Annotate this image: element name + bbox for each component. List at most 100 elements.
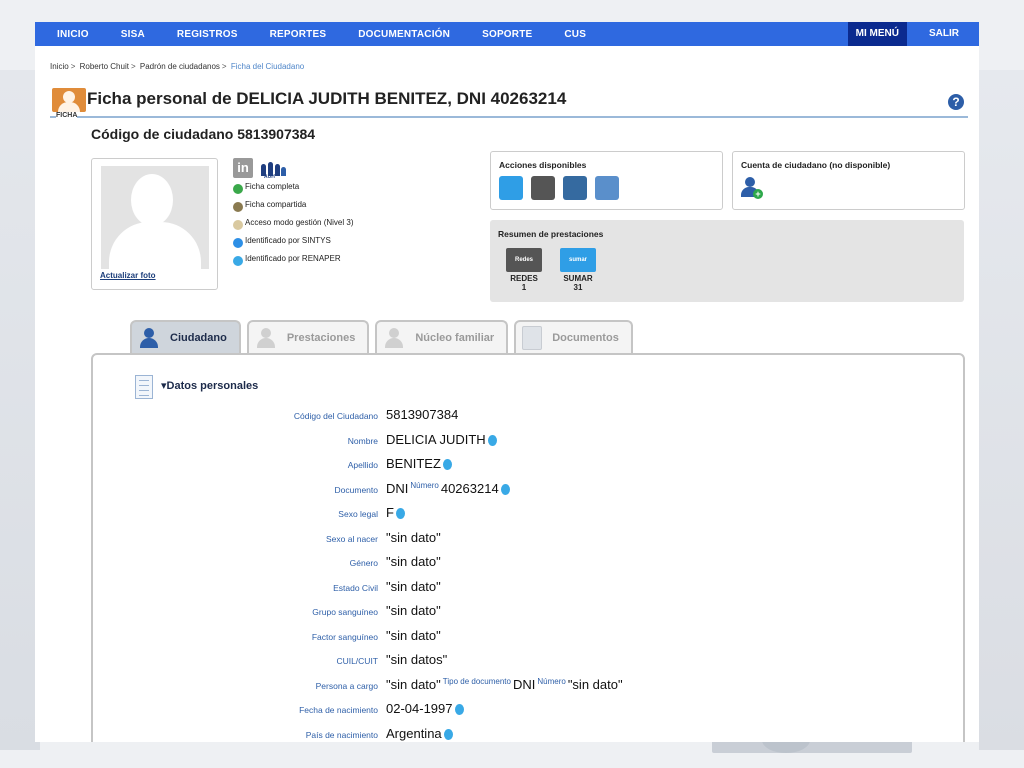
nav-documentacion[interactable]: DOCUMENTACIÓN <box>358 29 466 40</box>
field-value: DNI Número 40263214 <box>386 481 510 496</box>
tab-nucleo-familiar[interactable]: Núcleo familiar <box>375 320 509 354</box>
program-count: 31 <box>573 283 583 292</box>
page: INICIO SISA REGISTROS REPORTES DOCUMENTA… <box>35 22 979 742</box>
nav-reportes[interactable]: REPORTES <box>270 29 343 40</box>
update-photo-link[interactable]: Actualizar foto <box>100 271 156 280</box>
actions-box: Acciones disponibles <box>490 151 723 210</box>
linkedin-icon[interactable]: in <box>233 158 253 178</box>
auh-badge: AUH <box>264 174 275 180</box>
cd-icon[interactable] <box>499 176 523 200</box>
section-title[interactable]: ▾Datos personales <box>161 379 258 392</box>
sintys-icon <box>233 238 243 248</box>
field-label: Estado Civil <box>333 582 378 593</box>
nav-salir[interactable]: SALIR <box>907 22 979 46</box>
field-value: BENITEZ <box>386 456 452 471</box>
field-value: "sin dato" <box>386 603 441 618</box>
status-renaper: Identificado por RENAPER <box>233 254 354 272</box>
tabs: Ciudadano Prestaciones Núcleo familiar D… <box>130 320 633 354</box>
breadcrumb-current: Ficha del Ciudadano <box>230 62 305 71</box>
verified-icon <box>500 483 510 495</box>
field-value: "sin dato" <box>386 529 441 545</box>
nav-cus[interactable]: CUS <box>564 29 602 40</box>
redes-logo: Redes <box>506 248 542 272</box>
field-documento: Documento DNI Número 40263214 <box>93 481 953 501</box>
tab-ciudadano[interactable]: Ciudadano <box>130 320 241 354</box>
field-value: F <box>386 505 405 520</box>
program-sumar[interactable]: sumar SUMAR 31 <box>560 248 596 292</box>
scanner-icon[interactable] <box>563 176 587 200</box>
person-icon <box>138 327 160 349</box>
photo-box: Actualizar foto <box>91 158 218 290</box>
field-label: Documento <box>334 484 378 495</box>
field-cuil-cuit: CUIL/CUIT "sin datos" <box>93 652 953 672</box>
field-grupo-sanguineo: Grupo sanguíneo "sin dato" <box>93 603 953 623</box>
tab-documentos[interactable]: Documentos <box>514 320 633 354</box>
family-icon <box>383 327 405 349</box>
status-acceso-modo: Acceso modo gestión (Nivel 3) <box>233 218 354 236</box>
field-estado-civil: Estado Civil "sin dato" <box>93 579 953 599</box>
program-name: REDES <box>510 274 538 283</box>
field-value: 5813907384 <box>386 407 459 422</box>
title-row: FICHA Ficha personal de DELICIA JUDITH B… <box>50 86 968 119</box>
field-factor-sanguineo: Factor sanguíneo "sin dato" <box>93 628 953 648</box>
field-sexo-legal: Sexo legal F <box>93 505 953 525</box>
ficha-person-icon <box>52 88 86 112</box>
field-value: "sin dato" Tipo de documento DNI Número "sin… <box>386 676 623 692</box>
account-box: Cuenta de ciudadano (no disponible) + <box>732 151 965 210</box>
field-value: "sin dato" <box>386 627 441 643</box>
verified-icon <box>395 508 405 520</box>
field-persona-a-cargo: Persona a cargo "sin dato" Tipo de docume… <box>93 677 953 697</box>
actions-title: Acciones disponibles <box>499 160 587 170</box>
add-user-icon[interactable]: + <box>741 177 763 199</box>
field-sexo-al-nacer: Sexo al nacer "sin dato" <box>93 530 953 550</box>
field-label: Apellido <box>347 460 378 470</box>
breadcrumb-user[interactable]: Roberto Chuit <box>80 62 129 71</box>
field-value: Argentina <box>386 726 453 741</box>
verified-icon <box>442 459 452 471</box>
breadcrumb: Inicio > Roberto Chuit > Padrón de ciudada… <box>50 62 305 71</box>
field-value: "sin dato" <box>386 554 441 569</box>
program-count: 1 <box>521 283 527 292</box>
status-column: in AUH Ficha completa Ficha compartida A… <box>233 158 354 272</box>
field-fecha-nacimiento: Fecha de nacimiento 02-04-1997 <box>93 701 953 721</box>
form-icon <box>135 375 153 399</box>
nav-inicio[interactable]: INICIO <box>57 29 105 40</box>
nav-sisa[interactable]: SISA <box>121 29 161 40</box>
avatar-placeholder <box>101 166 209 269</box>
program-redes[interactable]: Redes REDES 1 <box>506 248 542 292</box>
document-icon <box>522 326 543 350</box>
nav-soporte[interactable]: SOPORTE <box>482 29 548 40</box>
field-label: Factor sanguíneo <box>311 631 378 642</box>
field-label: Fecha de nacimiento <box>299 705 378 715</box>
field-pais-nacimiento: País de nacimiento Argentina <box>93 726 953 743</box>
sumar-logo: sumar <box>560 248 596 272</box>
field-label: Código del Ciudadano <box>293 411 378 421</box>
page-title: Ficha personal de DELICIA JUDITH BENITEZ… <box>87 89 567 108</box>
citizen-code: Código de ciudadano 5813907384 <box>91 126 316 142</box>
nav-registros[interactable]: REGISTROS <box>177 29 254 40</box>
tab-prestaciones[interactable]: Prestaciones <box>246 320 370 354</box>
field-nombre: Nombre DELICIA JUDITH <box>93 432 953 452</box>
nav-mi-menu[interactable]: MI MENÚ <box>847 22 907 46</box>
field-apellido: Apellido BENITEZ <box>93 456 953 476</box>
renaper-icon <box>233 256 243 266</box>
field-label: País de nacimiento <box>305 729 378 740</box>
field-value: 02-04-1997 <box>386 701 464 716</box>
background-left <box>0 70 40 750</box>
help-icon[interactable]: ? <box>948 94 964 110</box>
content-panel: ▾Datos personales Código del Ciudadano 5… <box>91 353 965 742</box>
field-label: Nombre <box>347 435 378 446</box>
field-value: "sin dato" <box>386 578 441 594</box>
breadcrumb-inicio[interactable]: Inicio <box>50 62 69 71</box>
field-label: Persona a cargo <box>315 680 378 691</box>
top-nav: INICIO SISA REGISTROS REPORTES DOCUMENTA… <box>35 22 979 46</box>
field-label: Grupo sanguíneo <box>312 607 378 617</box>
ficha-label: FICHA <box>56 112 78 119</box>
background-right <box>979 70 1024 750</box>
breadcrumb-padron[interactable]: Padrón de ciudadanos <box>140 62 220 71</box>
person-plus-icon <box>255 327 277 349</box>
verified-icon <box>487 434 497 446</box>
field-value: DELICIA JUDITH <box>386 432 497 447</box>
printer-icon[interactable] <box>531 176 555 200</box>
card-icon[interactable] <box>595 176 619 200</box>
